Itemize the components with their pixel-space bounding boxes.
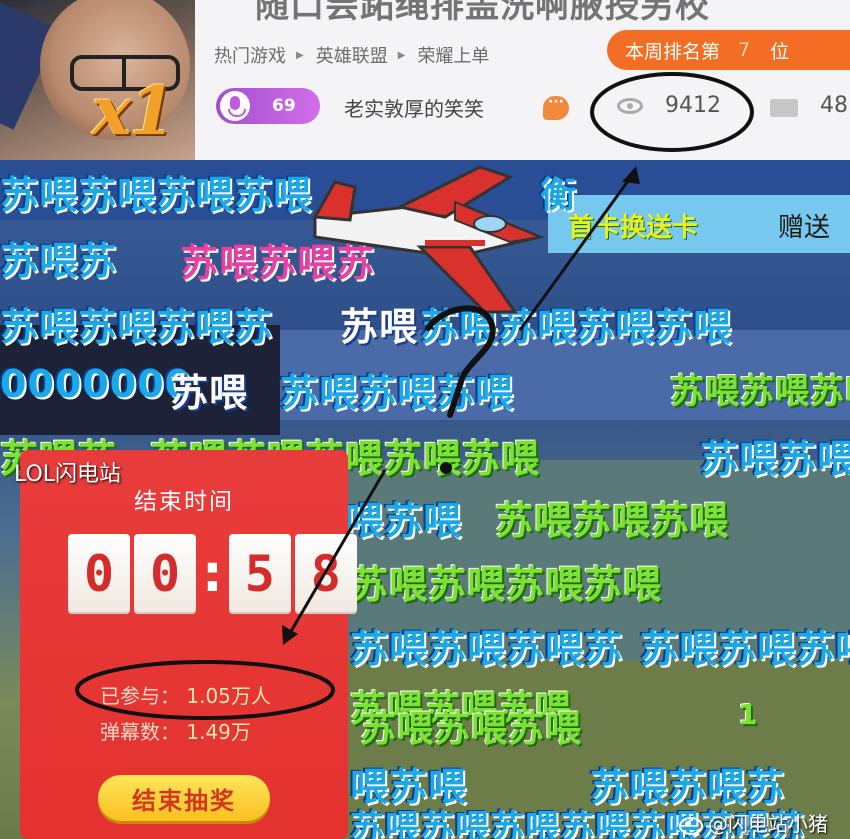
weekly-rank-badge[interactable]: 本周排名第 7 位 [607,30,850,70]
livestream-screenshot: x1 随口尝跖绳排盖洗啊腋授另校 热门游戏 ▶ 英雄联盟 ▶ 荣耀上单 本周排名… [0,0,850,839]
danmaku-item: 苏喂苏喂苏喂苏 [0,305,274,349]
danmaku-item: 苏喂苏喂苏喂 [700,437,850,481]
danmaku-count-stat: 弹幕数： 1.49万 [100,716,251,745]
timer-colon: : [202,544,223,604]
rank-prefix: 本周排名第 [625,40,721,63]
weibo-watermark: @闪电站小猪 [678,808,828,837]
combo-multiplier: x1 [92,72,175,150]
anchor-level: 69 [272,96,296,116]
gift-text: 首卡换送卡 [568,213,699,243]
danmaku-item: 苏喂 [170,371,249,415]
microphone-icon [220,91,250,121]
danmaku-item: 苏喂苏喂苏喂 [360,709,583,750]
timer-digit: 5 [228,534,291,614]
weibo-handle: @闪电站小猪 [708,812,828,836]
chevron-right-icon: ▶ [296,49,304,61]
stream-title: 随口尝跖绳排盖洗啊腋授另校 [255,0,710,26]
breadcrumb: 热门游戏 ▶ 英雄联盟 ▶ 荣耀上单 [214,42,489,68]
viewer-count: 9412 [665,93,721,118]
participants-stat: 已参与： 1.05万人 [100,680,271,709]
timer-digit: 0 [134,534,196,614]
site-watermark: LOL闪电站 [14,462,122,487]
danmaku-count-value: 1.49万 [186,720,251,744]
chevron-right-icon: ▶ [397,49,406,61]
danmaku-item: 苏喂苏喂苏喂 [280,371,515,415]
danmaku-item: 苏喂苏喂苏喂苏喂 [0,173,313,217]
timer-digit: 8 [294,534,357,614]
streamer-camera: x1 [0,0,195,160]
danmaku-item: 苏喂苏喂苏喂 [350,808,560,839]
danmaku-item: 苏喂苏喂苏喂苏喂 [350,563,663,607]
anchor-level-badge: 69 [216,88,320,124]
weibo-icon [678,813,703,835]
countdown-timer: 0 0 : 5 8 [68,534,361,614]
participants-value: 1.05万人 [186,684,271,708]
danmaku-item: 苏喂苏喂苏喂 [640,627,850,671]
eye-icon [617,98,643,114]
danmaku-count-label: 弹幕数： [100,720,180,744]
streamer-name[interactable]: 老实敦厚的笑笑 [344,93,484,122]
participants-label: 已参与： [100,684,180,708]
danmaku-item: 苏喂苏 [0,239,118,283]
rank-number: 7 [738,39,751,61]
chat-bubble-icon[interactable] [543,94,569,120]
gift-send-label: 赠送 [778,213,831,243]
danmaku-item: 喂苏喂 [345,499,463,543]
danmaku-item: 苏喂苏喂苏喂 [495,499,730,543]
end-lottery-button[interactable]: 结束抽奖 [98,775,270,821]
danmaku-item: 苏喂苏喂苏喂苏喂 [670,372,850,412]
stream-header: x1 随口尝跖绳排盖洗啊腋授另校 热门游戏 ▶ 英雄联盟 ▶ 荣耀上单 本周排名… [0,0,850,160]
breadcrumb-lol[interactable]: 英雄联盟 [316,42,388,68]
gift-banner: 首卡换送卡 赠送 [548,195,850,253]
rank-suffix: 位 [770,40,790,63]
follow-count: 48 [820,93,848,118]
airplane-gift-icon [312,165,545,314]
danmaku-item: 0000000 [0,362,193,406]
danmaku-item: 苏喂苏喂苏喂苏 [350,627,624,671]
lottery-card: 结束时间 0 0 : 5 8 已参与： 1.05万人 弹幕数： 1.49万 结束… [20,450,357,839]
folder-icon [770,99,798,117]
danmaku-item: 1 [738,698,759,731]
timer-digit: 0 [68,534,130,614]
breadcrumb-hot-games[interactable]: 热门游戏 [214,42,286,68]
breadcrumb-top-lane[interactable]: 荣耀上单 [417,42,489,68]
